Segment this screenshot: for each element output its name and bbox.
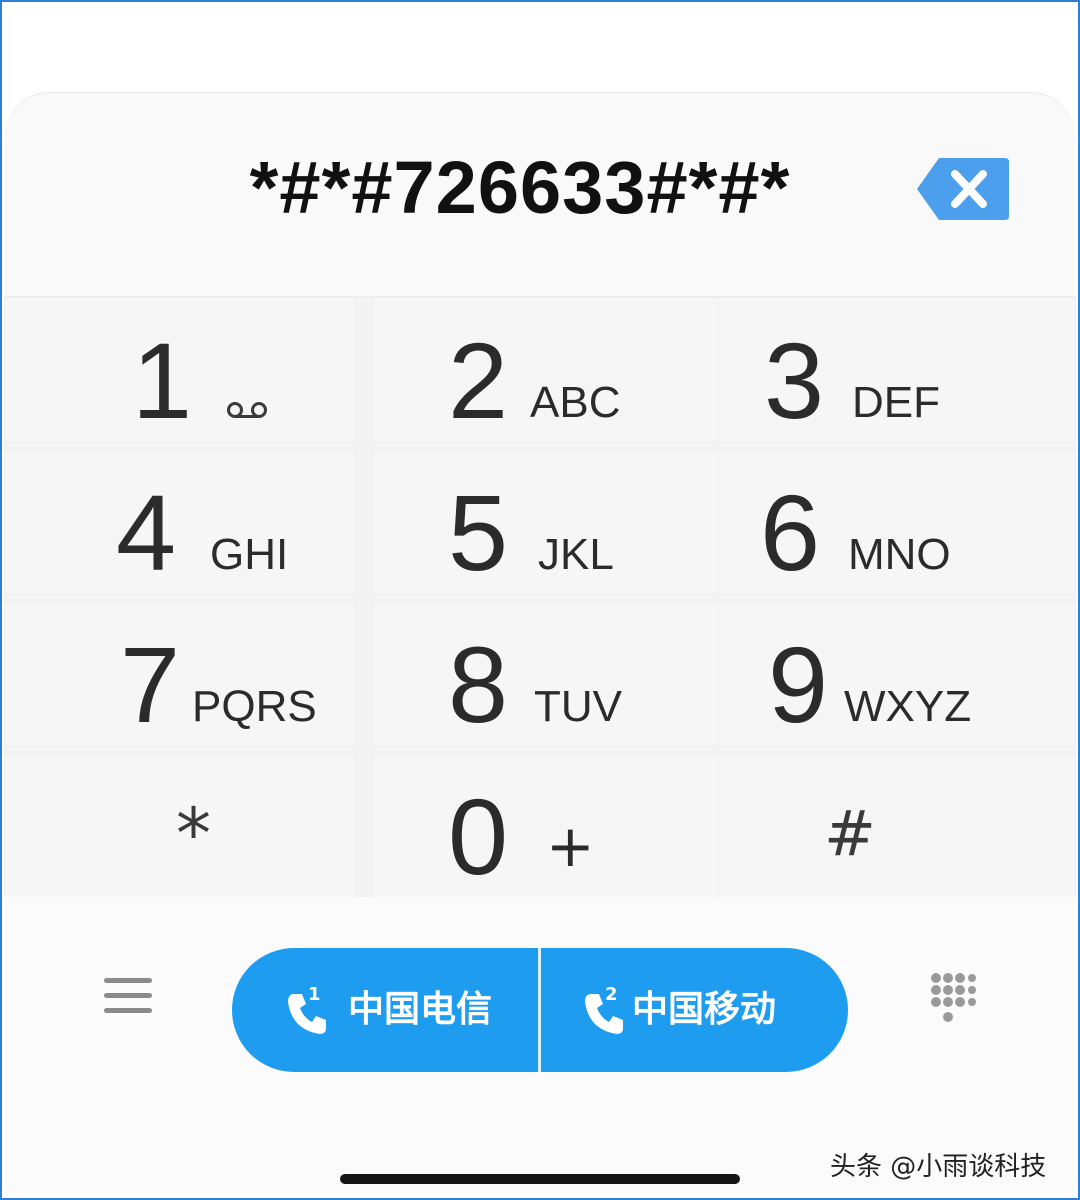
key-digit: 1 (132, 320, 193, 441)
key-3[interactable]: 3 DEF (718, 297, 1076, 443)
key-digit: 3 (764, 320, 825, 441)
key-0[interactable]: 0 + (372, 753, 724, 899)
sim-number: 2 (605, 984, 618, 1005)
key-5[interactable]: 5 JKL (372, 449, 724, 595)
home-indicator[interactable] (340, 1174, 740, 1184)
key-digit: * (176, 793, 211, 875)
key-letters: TUV (534, 682, 622, 731)
key-letters: + (546, 812, 595, 880)
key-digit: 8 (448, 624, 509, 745)
key-9[interactable]: 9 WXYZ (718, 601, 1076, 747)
sim2-label: 中国移动 (632, 989, 777, 1030)
key-letters: JKL (538, 530, 614, 579)
sim-number: 1 (308, 984, 321, 1005)
key-letters: WXYZ (844, 682, 972, 731)
menu-line (104, 978, 152, 983)
voicemail-icon (227, 402, 267, 418)
key-digit: 5 (448, 472, 509, 593)
backspace-icon (917, 158, 1009, 220)
key-2[interactable]: 2 ABC (372, 297, 724, 443)
key-digit: 9 (768, 624, 829, 745)
key-letters: ABC (530, 378, 621, 427)
key-8[interactable]: 8 TUV (372, 601, 724, 747)
key-letters: PQRS (192, 682, 317, 731)
key-7[interactable]: 7 PQRS (4, 601, 356, 747)
watermark: 头条 @小雨谈科技 (830, 1152, 1047, 1182)
key-digit: 2 (448, 320, 509, 441)
key-letters: MNO (848, 530, 951, 579)
dialpad-toggle-button[interactable] (928, 970, 976, 1026)
dialpad-icon (931, 973, 976, 1022)
key-letters: DEF (852, 378, 940, 427)
key-hash[interactable]: # (718, 753, 1076, 899)
menu-icon[interactable] (104, 978, 152, 1018)
call-buttons: 1 中国电信 2 中国移动 (232, 948, 848, 1072)
dialed-number: *#*#726633#*#* (249, 146, 791, 229)
key-digit: 7 (120, 624, 181, 745)
key-digit: # (824, 797, 876, 870)
call-sim2-button[interactable]: 2 中国移动 (541, 948, 848, 1072)
menu-line (104, 993, 152, 998)
dialpad: 1 2 ABC 3 DEF 4 GHI 5 JKL 6 MNO 7 PQRS 8… (4, 296, 1076, 899)
key-star[interactable]: * (4, 753, 356, 899)
key-digit: 6 (760, 472, 821, 593)
call-sim1-button[interactable]: 1 中国电信 (232, 948, 538, 1072)
key-digit: 0 (448, 776, 509, 897)
sim1-label: 中国电信 (348, 989, 493, 1030)
key-6[interactable]: 6 MNO (718, 449, 1076, 595)
key-1[interactable]: 1 (4, 297, 356, 443)
menu-line (104, 1008, 152, 1013)
key-4[interactable]: 4 GHI (4, 449, 356, 595)
backspace-button[interactable] (915, 154, 1011, 224)
key-letters: GHI (210, 530, 289, 579)
key-digit: 4 (116, 472, 177, 593)
